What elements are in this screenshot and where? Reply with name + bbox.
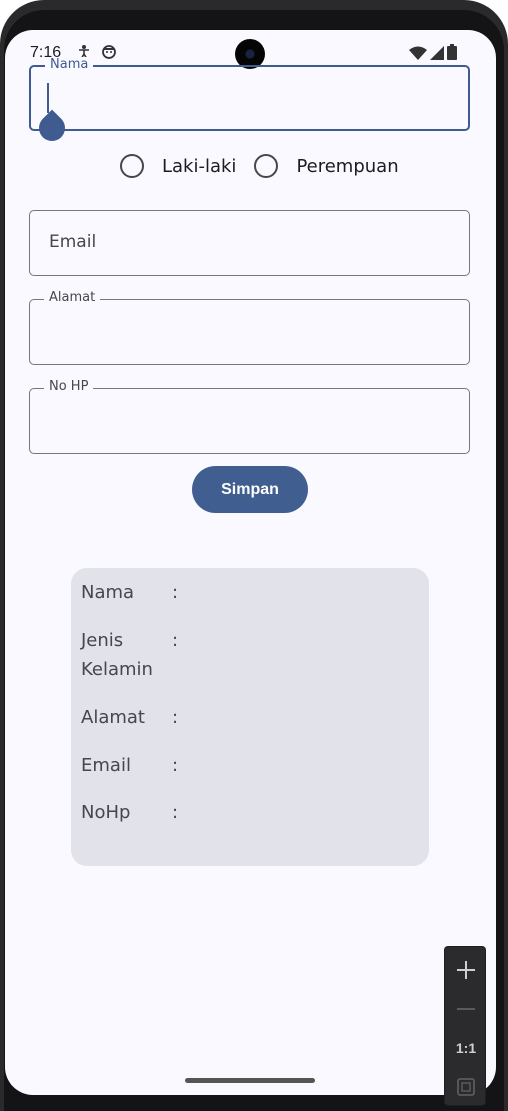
address-field-label: Alamat xyxy=(44,290,101,306)
zoom-out-button[interactable] xyxy=(445,989,487,1029)
minus-icon xyxy=(457,1008,475,1010)
signal-icon xyxy=(430,45,444,64)
result-separator: : xyxy=(172,582,179,603)
result-label: Jenis Kelamin xyxy=(81,630,153,680)
result-row-jenis-kelamin: Jenis Kelamin : xyxy=(81,626,421,684)
result-separator: : xyxy=(172,630,179,651)
radio-label-perempuan[interactable]: Perempuan xyxy=(296,156,398,177)
status-icons xyxy=(409,44,457,64)
wifi-icon xyxy=(409,45,427,64)
result-row-nohp: NoHp : xyxy=(81,798,421,827)
notification-face-icon xyxy=(101,44,117,64)
address-field[interactable]: Alamat xyxy=(29,290,470,365)
result-label: Alamat xyxy=(81,707,145,728)
text-cursor xyxy=(47,83,49,113)
result-row-nama: Nama : xyxy=(81,578,421,607)
result-separator: : xyxy=(172,802,179,823)
result-label: Nama xyxy=(81,582,135,603)
result-row-alamat: Alamat : xyxy=(81,703,421,732)
email-field[interactable]: Email xyxy=(29,210,470,276)
zoom-1-1-button[interactable]: 1:1 xyxy=(445,1028,487,1068)
phone-field[interactable]: No HP xyxy=(29,379,470,454)
zoom-1-1-label: 1:1 xyxy=(455,1040,477,1056)
save-button[interactable]: Simpan xyxy=(192,466,308,513)
result-label: Email xyxy=(81,755,131,776)
fit-screen-button[interactable] xyxy=(445,1067,487,1107)
gesture-navigation-bar[interactable] xyxy=(185,1078,315,1083)
zoom-panel: 1:1 xyxy=(444,946,486,1106)
result-row-email: Email : xyxy=(81,751,421,780)
device-frame: 7:16 Nama Laki-laki Perempuan Email Alam… xyxy=(0,0,508,1111)
zoom-in-button[interactable] xyxy=(445,950,487,990)
result-card: Nama : Jenis Kelamin : Alamat : Email : … xyxy=(71,568,429,866)
radio-laki-laki[interactable] xyxy=(120,154,144,178)
gender-radio-group: Laki-laki Perempuan xyxy=(120,153,417,179)
result-separator: : xyxy=(172,755,179,776)
email-field-placeholder: Email xyxy=(49,232,97,252)
battery-icon xyxy=(447,44,457,64)
result-label: NoHp xyxy=(81,802,131,823)
name-field-label: Nama xyxy=(45,57,94,73)
phone-screen: 7:16 Nama Laki-laki Perempuan Email Alam… xyxy=(5,30,496,1095)
result-separator: : xyxy=(172,707,179,728)
radio-perempuan[interactable] xyxy=(254,154,279,178)
radio-label-laki-laki[interactable]: Laki-laki xyxy=(162,156,236,177)
fit-screen-icon xyxy=(457,1078,475,1096)
name-field[interactable]: Nama xyxy=(29,57,470,131)
phone-field-label: No HP xyxy=(44,379,94,395)
plus-icon xyxy=(457,961,475,979)
